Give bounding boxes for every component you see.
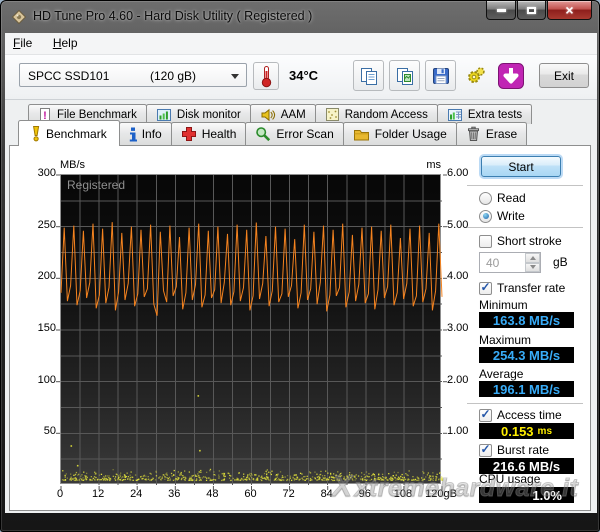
temperature-value: 34°C [289,68,318,83]
copy-image-button[interactable] [389,60,420,91]
left-axis-unit: MB/s [60,159,85,171]
scatter-icon [325,107,340,122]
tab-error-scan[interactable]: Error Scan [245,122,343,145]
spinner-value: 40 [486,256,499,270]
device-capacity: (120 gB) [150,69,196,83]
access-time-value: 0.153ms [479,423,574,439]
exclaim-icon [31,125,41,142]
exit-label: Exit [554,69,574,83]
read-radio[interactable]: Read [479,191,526,205]
bar-chart-icon [156,107,172,123]
red-cross-icon [181,126,197,142]
access-time-checkbox[interactable]: Access time [479,408,562,422]
average-value: 196.1 MB/s [479,381,574,397]
thermometer-icon [260,65,273,88]
short-stroke-unit: gB [553,255,568,269]
minimum-label: Minimum [479,298,528,312]
arrow-down-icon [530,265,536,269]
copy-icon [359,66,379,86]
client-area: File Help SPCC SSD101 (120 gB) 34°C [5,33,597,513]
tab-row-primary: Benchmark Info Health Error Scan Folder … [19,122,527,146]
checkbox-checked-icon [479,444,492,457]
tab-erase[interactable]: Erase [456,122,527,145]
tab-random-access[interactable]: Random Access [315,104,438,124]
tab-info[interactable]: Info [119,122,172,145]
write-radio[interactable]: Write [479,209,525,223]
hd-tune-app-icon [11,9,27,25]
close-icon: × [565,3,573,17]
folder-icon [353,127,370,142]
average-label: Average [479,367,523,381]
close-button[interactable]: × [547,1,592,20]
menu-help[interactable]: Help [45,33,86,50]
menu-file[interactable]: File [5,33,40,50]
checkbox-checked-icon [479,409,492,422]
short-stroke-checkbox[interactable]: Short stroke [479,234,562,248]
spinner-down-button[interactable] [525,263,540,273]
tab-benchmark[interactable]: Benchmark [18,120,120,146]
radio-selected-icon [479,210,492,223]
benchmark-plot-canvas [61,175,442,485]
download-arrow-icon [497,62,525,90]
spinner-up-button[interactable] [525,253,540,263]
x-axis-ticks: 01224364860728496108120gB [60,488,441,502]
tab-health[interactable]: Health [171,122,247,145]
divider [467,403,583,404]
minimize-button[interactable] [486,1,516,20]
benchmark-plot [60,174,441,484]
options-button[interactable] [460,60,491,91]
divider [467,185,583,186]
start-button[interactable]: Start [481,156,561,177]
maximum-value: 254.3 MB/s [479,347,574,363]
download-button[interactable] [495,60,526,91]
checkbox-checked-icon [479,282,492,295]
burst-rate-checkbox[interactable]: Burst rate [479,443,549,457]
maximum-label: Maximum [479,333,531,347]
exit-button[interactable]: Exit [539,63,589,88]
benchmark-page: MB/s ms Registered 30025020015010050 6.0… [9,145,591,511]
radio-icon [479,192,492,205]
device-select[interactable]: SPCC SSD101 (120 gB) [19,63,247,87]
window-title: HD Tune Pro 4.60 - Hard Disk Utility ( R… [33,1,312,33]
divider [467,227,583,228]
checkbox-icon [479,235,492,248]
registered-watermark: Registered [67,178,125,192]
tab-folder-usage[interactable]: Folder Usage [343,122,457,145]
copy-image-icon [395,66,415,86]
device-name: SPCC SSD101 [28,69,109,83]
cpu-usage-label: CPU usage [479,472,540,486]
left-axis-ticks: 30025020015010050 [22,174,56,484]
minimize-icon [497,9,506,12]
info-icon [129,127,137,142]
tab-extra-tests[interactable]: Extra tests [437,104,532,124]
save-button[interactable] [425,60,456,91]
minimum-value: 163.8 MB/s [479,312,574,328]
speaker-icon [260,107,276,123]
chevron-down-icon [231,74,239,79]
trash-icon [466,126,481,142]
hd-tune-window: HD Tune Pro 4.60 - Hard Disk Utility ( R… [0,0,600,532]
copy-button[interactable] [353,60,384,91]
temperature-button[interactable] [253,62,279,90]
cpu-usage-value: 1.0% [479,487,574,503]
save-icon [431,66,451,86]
maximize-button[interactable] [517,1,546,20]
titlebar[interactable]: HD Tune Pro 4.60 - Hard Disk Utility ( R… [1,1,599,33]
right-axis-unit: ms [401,159,441,171]
tab-disk-monitor[interactable]: Disk monitor [146,104,251,124]
toolbar: SPCC SSD101 (120 gB) 34°C [5,55,597,100]
options-icon [465,65,487,87]
magnifier-icon [255,126,271,142]
chart-table-icon [447,107,463,123]
transfer-rate-checkbox[interactable]: Transfer rate [479,281,565,295]
menubar: File Help [5,33,597,55]
tab-aam[interactable]: AAM [250,104,316,124]
short-stroke-spinner[interactable]: 40 [479,252,541,273]
maximize-icon [527,7,536,14]
arrow-up-icon [530,256,536,260]
